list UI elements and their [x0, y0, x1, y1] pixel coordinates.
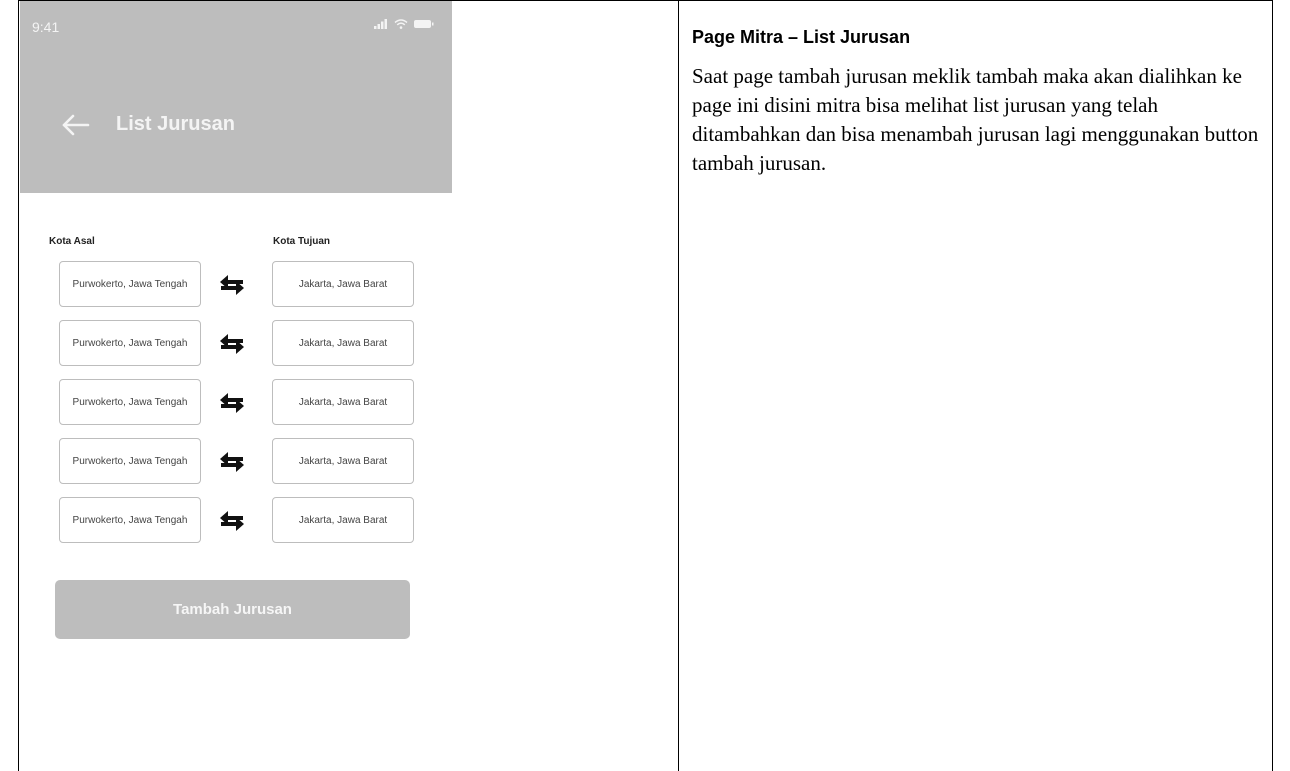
- route-row: Purwokerto, Jawa Tengah Jakarta, Jawa Ba…: [20, 320, 452, 368]
- kota-tujuan-field[interactable]: Jakarta, Jawa Barat: [272, 379, 414, 425]
- column-divider: [678, 0, 679, 771]
- swap-arrows-icon[interactable]: [219, 392, 245, 414]
- swap-arrows-icon[interactable]: [219, 333, 245, 355]
- back-arrow-icon[interactable]: [58, 111, 92, 139]
- kota-asal-field[interactable]: Purwokerto, Jawa Tengah: [59, 320, 201, 366]
- swap-arrows-icon[interactable]: [219, 451, 245, 473]
- kota-tujuan-field[interactable]: Jakarta, Jawa Barat: [272, 261, 414, 307]
- page-title: List Jurusan: [116, 113, 235, 135]
- kota-tujuan-label: Kota Tujuan: [273, 236, 331, 247]
- route-row: Purwokerto, Jawa Tengah Jakarta, Jawa Ba…: [20, 379, 452, 427]
- doc-body: Saat page tambah jurusan meklik tambah m…: [692, 64, 1259, 175]
- kota-asal-field[interactable]: Purwokerto, Jawa Tengah: [59, 261, 201, 307]
- status-time: 9:41: [32, 19, 60, 35]
- kota-asal-field[interactable]: Purwokerto, Jawa Tengah: [59, 379, 201, 425]
- kota-tujuan-field[interactable]: Jakarta, Jawa Barat: [272, 438, 414, 484]
- tambah-jurusan-button[interactable]: Tambah Jurusan: [55, 580, 410, 639]
- doc-title: Page Mitra – List Jurusan: [692, 27, 911, 47]
- route-row: Purwokerto, Jawa Tengah Jakarta, Jawa Ba…: [20, 438, 452, 486]
- status-icons: [374, 19, 434, 29]
- wifi-icon: [394, 19, 408, 29]
- route-row: Purwokerto, Jawa Tengah Jakarta, Jawa Ba…: [20, 261, 452, 309]
- kota-asal-field[interactable]: Purwokerto, Jawa Tengah: [59, 438, 201, 484]
- app-bar: 9:41 List Jurusan: [20, 1, 452, 193]
- kota-tujuan-field[interactable]: Jakarta, Jawa Barat: [272, 497, 414, 543]
- kota-asal-label: Kota Asal: [49, 236, 95, 247]
- kota-tujuan-field[interactable]: Jakarta, Jawa Barat: [272, 320, 414, 366]
- kota-asal-field[interactable]: Purwokerto, Jawa Tengah: [59, 497, 201, 543]
- swap-arrows-icon[interactable]: [219, 274, 245, 296]
- swap-arrows-icon[interactable]: [219, 510, 245, 532]
- route-row: Purwokerto, Jawa Tengah Jakarta, Jawa Ba…: [20, 497, 452, 545]
- phone-mockup: 9:41 List Jurusan Kota Asal Kota Tujuan …: [20, 1, 452, 771]
- signal-icon: [374, 19, 387, 29]
- battery-icon: [414, 20, 434, 28]
